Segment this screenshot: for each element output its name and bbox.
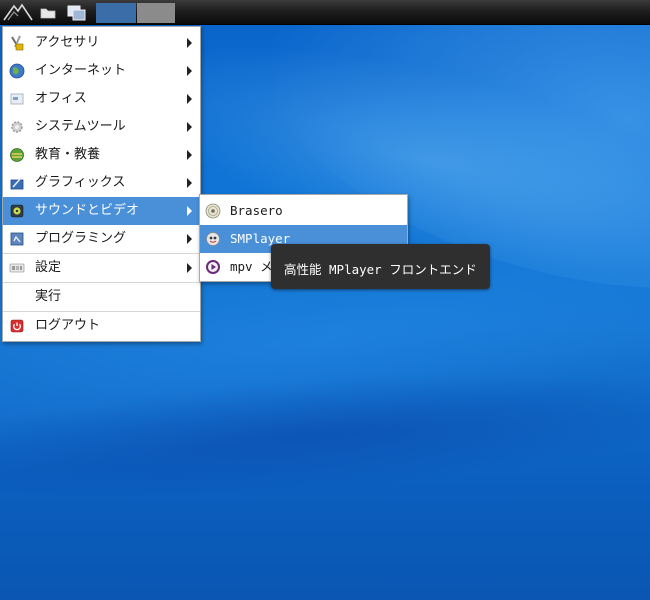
submenu-arrow-icon — [187, 94, 192, 104]
submenu-item-label: Brasero — [230, 203, 283, 218]
accessories-icon — [11, 35, 24, 51]
submenu-arrow-icon — [187, 263, 192, 273]
distro-logo-icon — [3, 3, 33, 21]
menu-item-label: システムツール — [35, 119, 126, 134]
tooltip-text: 高性能 MPlayer フロントエンド — [284, 262, 477, 277]
start-menu-button[interactable] — [2, 2, 34, 22]
submenu-item-label: mpv メ — [230, 259, 273, 274]
menu-item-label: オフィス — [35, 91, 87, 106]
menu-item-settings[interactable]: 設定 — [3, 254, 200, 282]
menu-item-label: 教育・教養 — [35, 147, 101, 162]
menu-item-logout[interactable]: ログアウト — [3, 312, 200, 340]
application-menu: アクセサリ インターネット オフィス システムツール 教育・教養 グラフィックス… — [2, 26, 201, 342]
education-icon — [10, 148, 24, 162]
submenu-arrow-icon — [187, 150, 192, 160]
multimedia-icon — [10, 204, 24, 218]
menu-item-label: 実行 — [35, 289, 62, 304]
menu-item-office[interactable]: オフィス — [3, 85, 200, 113]
settings-icon — [9, 263, 25, 273]
submenu-arrow-icon — [187, 234, 192, 244]
submenu-arrow-icon — [187, 206, 192, 216]
submenu-arrow-icon — [187, 122, 192, 132]
show-desktop-icon — [67, 5, 86, 21]
graphics-icon — [10, 177, 24, 190]
menu-item-accessories[interactable]: アクセサリ — [3, 29, 200, 57]
programming-icon — [10, 232, 24, 246]
mpv-icon — [206, 260, 220, 274]
disc-icon — [205, 203, 221, 219]
menu-item-label: プログラミング — [35, 231, 127, 246]
submenu-arrow-icon — [187, 38, 192, 48]
submenu-arrow-icon — [187, 66, 192, 76]
file-manager-launcher[interactable] — [38, 2, 58, 22]
show-desktop-button[interactable] — [64, 2, 90, 22]
top-panel — [0, 0, 650, 25]
menu-item-run[interactable]: 実行 — [3, 283, 200, 311]
submenu-arrow-icon — [187, 178, 192, 188]
menu-item-programming[interactable]: プログラミング — [3, 225, 200, 253]
menu-item-system-tools[interactable]: システムツール — [3, 113, 200, 141]
menu-item-label: アクセサリ — [35, 35, 100, 50]
menu-item-label: 設定 — [35, 260, 62, 275]
menu-item-label: インターネット — [35, 63, 127, 78]
workspace-2-button[interactable] — [137, 3, 175, 23]
smplayer-icon — [206, 232, 220, 246]
menu-item-label: ログアウト — [35, 318, 101, 333]
folder-icon — [40, 8, 56, 19]
submenu-item-brasero[interactable]: Brasero — [200, 197, 407, 225]
menu-item-sound-video[interactable]: サウンドとビデオ — [3, 197, 200, 225]
menu-item-internet[interactable]: インターネット — [3, 57, 200, 85]
tooltip: 高性能 MPlayer フロントエンド — [271, 244, 490, 289]
menu-item-label: グラフィックス — [35, 175, 126, 190]
gear-icon — [11, 121, 23, 133]
power-icon — [10, 319, 24, 333]
menu-item-label: サウンドとビデオ — [35, 203, 140, 218]
globe-icon — [9, 63, 25, 79]
office-icon — [10, 93, 24, 105]
menu-item-education[interactable]: 教育・教養 — [3, 141, 200, 169]
menu-item-graphics[interactable]: グラフィックス — [3, 169, 200, 197]
workspace-1-button[interactable] — [96, 3, 136, 23]
